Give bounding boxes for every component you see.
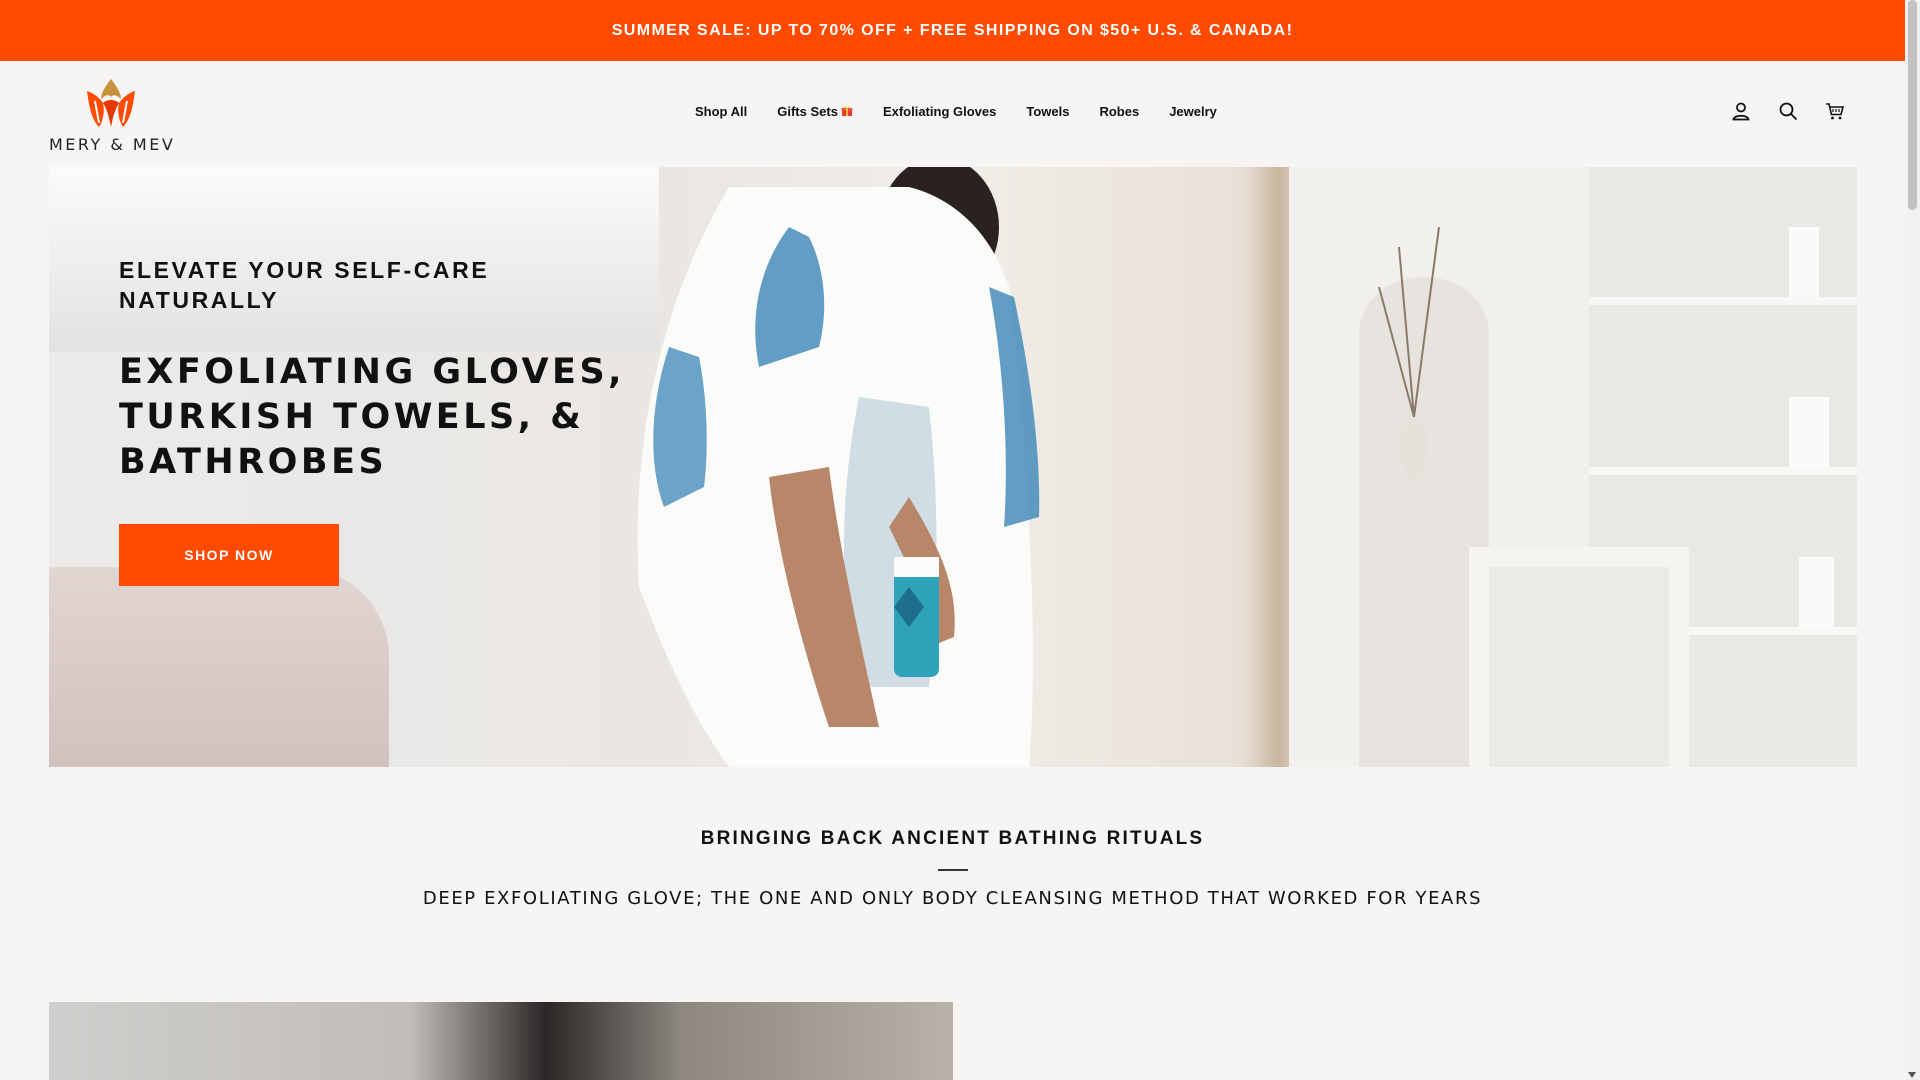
header-actions: [1731, 101, 1845, 121]
nav-jewelry[interactable]: Jewelry: [1169, 104, 1217, 119]
logo[interactable]: MERY & MEV: [49, 75, 173, 155]
hero-title-line-2: TURKISH TOWELS, &: [119, 397, 585, 437]
hero-model-image: [637, 167, 1040, 767]
hero-eyebrow: ELEVATE YOUR SELF-CARE NATURALLY: [119, 257, 490, 313]
hero-title-line-1: EXFOLIATING GLOVES,: [119, 352, 625, 392]
scroll-down-arrow-icon[interactable]: [1908, 1072, 1916, 1078]
hero-title-line-3: BATHROBES: [119, 442, 388, 482]
search-icon[interactable]: [1778, 101, 1798, 121]
section-subtitle: DEEP EXFOLIATING GLOVE; THE ONE AND ONLY…: [422, 888, 1483, 909]
page: SUMMER SALE: UP TO 70% OFF + FREE SHIPPI…: [0, 0, 1905, 1080]
nav-robes[interactable]: Robes: [1099, 104, 1139, 119]
main-nav: Shop All Gifts Sets Exfoliating Gloves T…: [695, 104, 1217, 119]
nav-gift-sets[interactable]: Gifts Sets: [777, 104, 853, 119]
nav-shop-all[interactable]: Shop All: [695, 104, 747, 119]
logo-mark-icon: [87, 79, 135, 127]
shop-now-button[interactable]: SHOP NOW: [119, 524, 339, 586]
nav-gift-sets-label[interactable]: Gifts Sets: [777, 104, 838, 119]
nav-towels[interactable]: Towels: [1026, 104, 1069, 119]
logo-wordmark: MERY & MEV: [49, 135, 176, 154]
hero-sofa-image: [49, 567, 389, 767]
feature-image: [49, 1002, 953, 1080]
section-title: BRINGING BACK ANCIENT BATHING RITUALS: [700, 828, 1205, 849]
gift-icon: [841, 106, 853, 116]
announcement-bar[interactable]: SUMMER SALE: UP TO 70% OFF + FREE SHIPPI…: [0, 0, 1905, 61]
scrollbar[interactable]: [1905, 0, 1920, 1080]
section-divider: [938, 869, 968, 871]
cart-icon[interactable]: [1825, 101, 1845, 121]
nav-exfoliating-gloves[interactable]: Exfoliating Gloves: [883, 104, 996, 119]
scrollbar-thumb[interactable]: [1908, 0, 1917, 210]
hero-shelves-image: [1289, 167, 1857, 767]
account-icon[interactable]: [1731, 101, 1751, 121]
announcement-text[interactable]: SUMMER SALE: UP TO 70% OFF + FREE SHIPPI…: [612, 22, 1294, 40]
hero-title: EXFOLIATING GLOVES, TURKISH TOWELS, & BA…: [119, 350, 639, 485]
site-header: MERY & MEV Shop All Gifts Sets Exfoliati…: [0, 61, 1905, 167]
hero-banner: ELEVATE YOUR SELF-CARE NATURALLY EXFOLIA…: [49, 167, 1857, 767]
